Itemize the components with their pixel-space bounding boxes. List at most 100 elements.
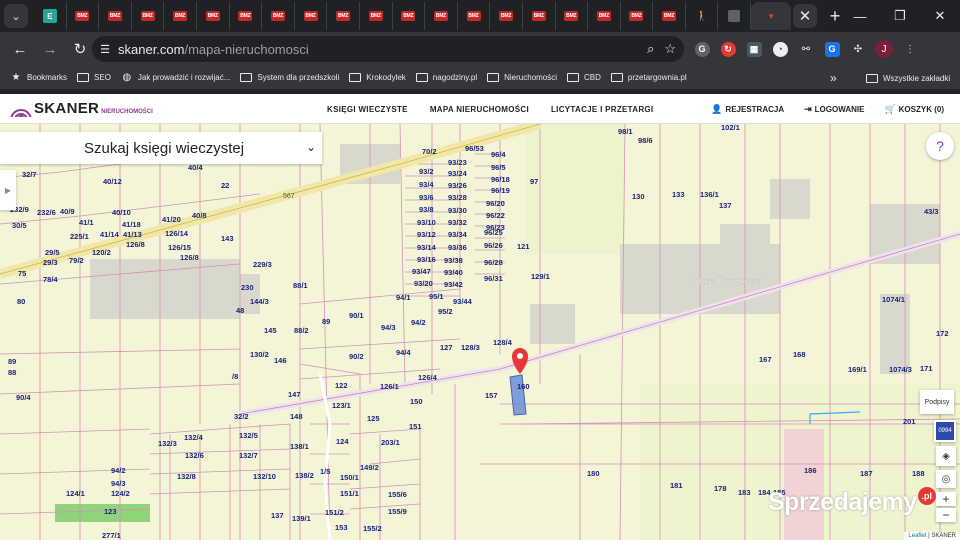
help-button[interactable]: ? xyxy=(926,132,954,160)
bookmark-item[interactable]: System dla przedszkoli xyxy=(240,73,339,83)
browser-tab[interactable]: 🚶 xyxy=(686,2,719,30)
nav-link[interactable]: LICYTACJE I PRZETARGI xyxy=(551,105,653,114)
parcel-number-label: 180 xyxy=(587,469,600,478)
close-window-icon[interactable]: ✕ xyxy=(920,0,960,32)
bmz-favicon-icon: BMZ xyxy=(238,11,253,21)
google-extension-icon[interactable]: G xyxy=(692,39,712,59)
browser-tab[interactable]: BMZ xyxy=(523,2,556,30)
bookmark-item[interactable]: Nieruchomości xyxy=(487,73,557,83)
parcel-number-label: 183 xyxy=(738,488,751,497)
browser-tab[interactable] xyxy=(718,2,752,30)
parcel-number-label: 136/1 xyxy=(700,190,719,199)
forward-icon[interactable]: → xyxy=(36,35,64,63)
browser-tab[interactable]: BMZ xyxy=(132,2,165,30)
bookmark-item[interactable]: ★ Bookmarks xyxy=(10,72,68,83)
url-text[interactable]: skaner.com/mapa-nieruchomosci xyxy=(118,42,309,57)
translate-extension-icon[interactable]: G xyxy=(822,39,842,59)
bookmark-item[interactable]: nagodziny.pl xyxy=(415,73,477,83)
zoom-out-button[interactable]: − xyxy=(936,508,956,522)
browser-tab[interactable]: BMZ xyxy=(99,2,132,30)
parcel-number-label: 90/1 xyxy=(349,311,364,320)
browser-tab[interactable]: BMZ xyxy=(164,2,197,30)
nav-link[interactable]: KSIĘGI WIECZYSTE xyxy=(327,105,408,114)
back-icon[interactable]: ← xyxy=(6,35,34,63)
browser-tab[interactable]: BMZ xyxy=(67,2,100,30)
parcel-number-label: 151/1 xyxy=(340,489,359,498)
browser-tab[interactable]: E xyxy=(34,2,67,30)
layers-icon[interactable]: ◈ xyxy=(936,446,956,466)
browser-tab[interactable]: BMZ xyxy=(588,2,621,30)
close-tab-icon[interactable]: ✕ xyxy=(793,4,818,28)
link-extension-icon[interactable]: ⚯ xyxy=(796,39,816,59)
browser-tab[interactable]: BMZ xyxy=(360,2,393,30)
nav-link[interactable]: MAPA NIERUCHOMOŚCI xyxy=(430,105,529,114)
road-number-label: 567 xyxy=(283,193,295,200)
leaflet-link[interactable]: Leaflet xyxy=(908,533,926,539)
restore-icon[interactable]: ❐ xyxy=(880,0,920,32)
browser-tab[interactable]: BMZ xyxy=(197,2,230,30)
login-link[interactable]: ⇥ LOGOWANIE xyxy=(804,104,864,115)
cart-link[interactable]: 🛒 KOSZYK (0) xyxy=(884,104,944,115)
bmz-favicon-icon: BMZ xyxy=(596,11,611,21)
parcel-number-label: /8 xyxy=(232,372,238,381)
layer-thumbnail[interactable]: 0994 xyxy=(934,420,956,442)
bookmark-item[interactable]: ◍ Jak prowadzić i rozwijać... xyxy=(121,72,231,83)
parcel-number-label: 32/7 xyxy=(22,170,37,179)
browser-tab[interactable]: BMZ xyxy=(327,2,360,30)
chevron-down-icon[interactable]: ⌄ xyxy=(306,140,316,154)
map-canvas[interactable]: 567 Stare Boryszewo 32/740/1240/4224270/… xyxy=(0,124,960,540)
tab-search-chevron-icon[interactable]: ⌄ xyxy=(4,4,28,28)
address-bar[interactable]: ☰ skaner.com/mapa-nieruchomosci ⌕ ☆ xyxy=(92,36,684,62)
bookmarks-overflow-button[interactable]: » xyxy=(830,66,837,90)
captions-button[interactable]: Podpisy xyxy=(920,390,954,414)
profile-avatar[interactable]: J xyxy=(874,39,894,59)
all-bookmarks-folder[interactable]: Wszystkie zakładki xyxy=(866,66,950,90)
red-extension-icon[interactable]: ↻ xyxy=(718,39,738,59)
bmz-favicon-icon: BMZ xyxy=(270,11,285,21)
browser-tab[interactable]: BMZ xyxy=(458,2,491,30)
selected-parcel[interactable] xyxy=(509,374,527,416)
bookmark-item[interactable]: Krokodylek xyxy=(349,73,406,83)
browser-tab[interactable]: BMZ xyxy=(425,2,458,30)
parcel-number-label: 93/28 xyxy=(448,193,467,202)
parcel-number-label: 94/1 xyxy=(396,293,411,302)
browser-tab[interactable]: BMZ xyxy=(556,2,589,30)
parcel-number-label: 151 xyxy=(409,422,422,431)
browser-menu-icon[interactable]: ⋮ xyxy=(900,39,920,59)
browser-tab[interactable]: BMZ xyxy=(621,2,654,30)
bookmark-item[interactable]: SEO xyxy=(77,73,111,83)
bmz-favicon-icon: BMZ xyxy=(107,11,122,21)
browser-tab[interactable]: BMZ xyxy=(490,2,523,30)
folder-icon xyxy=(866,73,878,83)
site-logo[interactable]: SKANER NIERUCHOMOŚCI xyxy=(8,100,153,117)
minimize-icon[interactable]: — xyxy=(840,0,880,32)
bookmark-item[interactable]: CBD xyxy=(567,73,601,83)
parcel-number-label: 96/4 xyxy=(491,150,506,159)
sidebar-toggle-chevron-icon[interactable]: ▶ xyxy=(0,170,16,210)
bookmark-star-icon[interactable]: ☆ xyxy=(664,41,676,57)
parcel-map[interactable]: 567 Stare Boryszewo 32/740/1240/4224270/… xyxy=(0,124,960,540)
browser-tab[interactable]: BMZ xyxy=(262,2,295,30)
bookmark-item[interactable]: przetargownia.pl xyxy=(610,73,687,83)
bmz-favicon-icon: BMZ xyxy=(629,11,644,21)
parcel-number-label: 93/42 xyxy=(444,280,463,289)
location-marker-icon[interactable] xyxy=(512,348,528,374)
bmz-favicon-icon: BMZ xyxy=(466,11,481,21)
grid-extension-icon[interactable]: ▦ xyxy=(744,39,764,59)
e-favicon-icon: E xyxy=(42,9,57,23)
site-settings-icon[interactable]: ☰ xyxy=(92,43,118,56)
puzzle-extensions-icon[interactable]: ✣ xyxy=(848,39,868,59)
land-registry-search[interactable]: Szukaj księgi wieczystej ⌄ xyxy=(0,132,322,164)
bmz-favicon-icon: BMZ xyxy=(173,11,188,21)
reload-icon[interactable]: ↻ xyxy=(66,35,94,63)
locate-icon[interactable]: ◎ xyxy=(936,470,956,488)
zoom-search-icon[interactable]: ⌕ xyxy=(647,41,654,57)
browser-tab[interactable]: BMZ xyxy=(393,2,426,30)
browser-tab[interactable]: BMZ xyxy=(295,2,328,30)
speedometer-extension-icon[interactable]: ◔ xyxy=(770,39,790,59)
zoom-in-button[interactable]: + xyxy=(936,492,956,506)
register-link[interactable]: 👤 REJESTRACJA xyxy=(711,104,784,115)
browser-tab[interactable]: BMZ xyxy=(230,2,263,30)
browser-tab[interactable]: ▼ xyxy=(751,2,792,30)
browser-tab[interactable]: BMZ xyxy=(653,2,686,30)
